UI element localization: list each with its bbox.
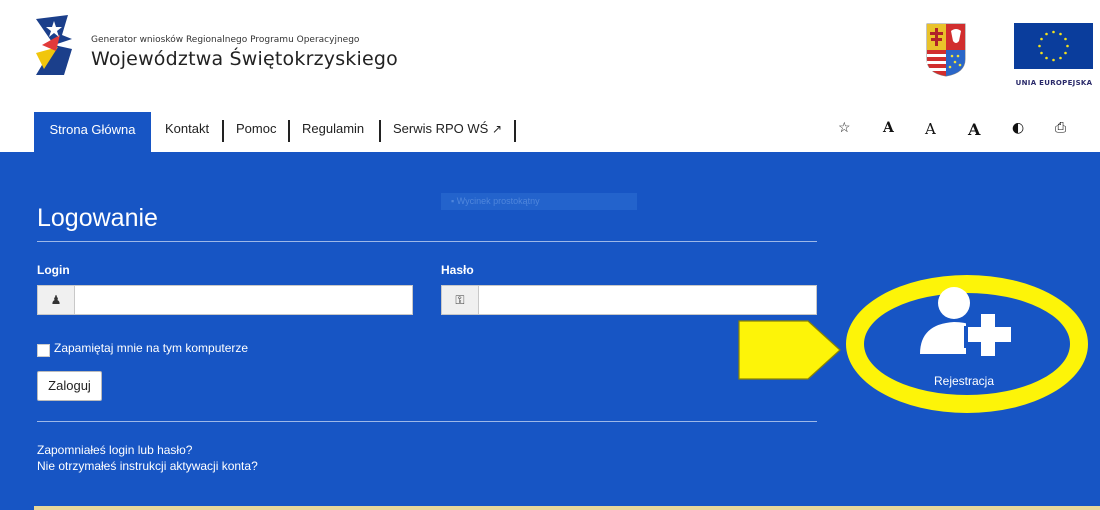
tooltip-text: Wycinek prostokątny [456,196,540,206]
nav-separator [514,120,516,142]
password-label: Hasło [441,263,474,277]
forgot-password-link[interactable]: Zapomniałeś login lub hasło? [37,443,192,457]
tab-contact[interactable]: Kontakt [165,112,209,152]
tab-terms[interactable]: Regulamin [302,112,364,152]
user-icon: ♟ [38,286,75,314]
eu-flag-icon [1014,23,1093,69]
divider [37,241,817,242]
register-link[interactable]: Rejestracja [934,374,994,388]
login-input[interactable] [76,288,410,314]
contrast-icon[interactable]: ◐ [1012,120,1024,136]
tab-rpo-service-label: Serwis RPO WŚ [393,121,489,136]
remember-checkbox[interactable] [37,344,50,357]
login-field[interactable]: ♟ [37,285,413,315]
font-size-larger-icon[interactable]: A [925,120,936,138]
star-plus-icon[interactable]: ☆ [838,120,851,136]
font-size-normal-icon[interactable]: A [883,120,894,136]
arrow-right-icon [738,320,841,380]
external-link-icon: ↗ [491,122,503,136]
tab-rpo-service[interactable]: Serwis RPO WŚ ↗ [393,112,502,152]
tab-home[interactable]: Strona Główna [34,112,151,152]
main-nav: Strona Główna Kontakt Pomoc Regulamin Se… [0,112,1100,152]
funds-logo-icon [36,15,72,75]
activation-help-link[interactable]: Nie otrzymałeś instrukcji aktywacji kont… [37,459,258,473]
tab-help[interactable]: Pomoc [236,112,276,152]
key-icon: ⚿ [442,286,479,314]
print-icon[interactable]: ⎙ [1055,120,1066,136]
header-region-name: Województwa Świętokrzyskiego [91,48,398,70]
coat-of-arms-icon [926,23,966,77]
footer-line [34,506,1100,510]
nav-separator [288,120,290,142]
eu-label: UNIA EUROPEJSKA [1015,79,1093,87]
nav-separator [379,120,381,142]
login-label: Login [37,263,70,277]
divider [37,421,817,422]
remember-label[interactable]: Zapamiętaj mnie na tym komputerze [54,341,248,355]
page-title: Logowanie [37,204,158,232]
header-program-name: Generator wniosków Regionalnego Programu… [91,35,360,45]
add-user-icon[interactable] [916,286,1014,356]
snipping-tooltip: ▪ Wycinek prostokątny [441,193,637,210]
password-input[interactable] [480,288,814,314]
password-field[interactable]: ⚿ [441,285,817,315]
nav-separator [222,120,224,142]
login-button[interactable]: Zaloguj [37,371,102,401]
font-size-largest-icon[interactable]: A [968,120,980,139]
